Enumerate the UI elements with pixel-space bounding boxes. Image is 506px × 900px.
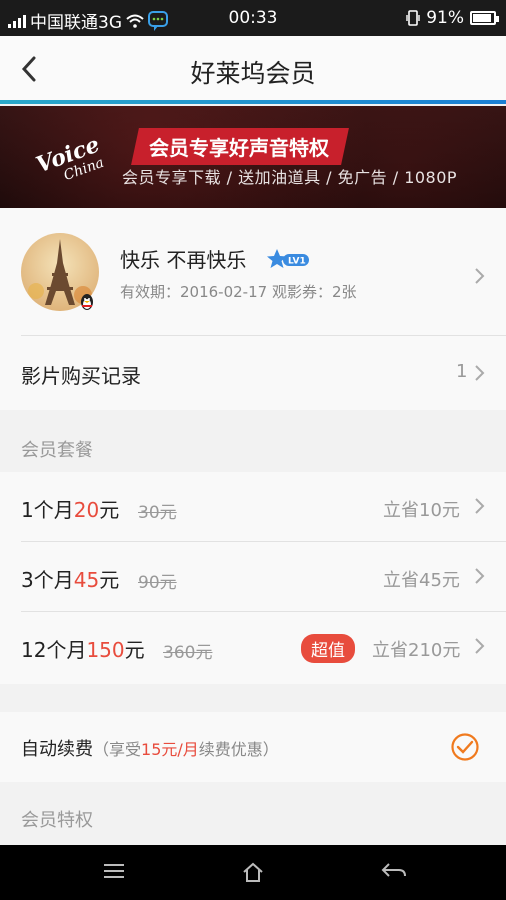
chevron-right-icon (475, 638, 485, 654)
purchase-record-row[interactable]: 影片购买记录 1 (0, 336, 506, 410)
level-label: LV1 (288, 257, 306, 267)
plans-list: 1个月20元 30元 立省10元 3个月45元 90元 立省45元 12个月15… (0, 472, 506, 684)
menu-icon[interactable] (102, 861, 126, 881)
banner-subline: 会员专享下载 / 送加油道具 / 免广告 / 1080P (122, 168, 458, 187)
chevron-right-icon (475, 568, 485, 584)
plan-row-1-month[interactable]: 1个月20元 30元 立省10元 (0, 472, 506, 542)
purchase-record-label: 影片购买记录 (21, 364, 141, 388)
auto-renew-checkbox[interactable] (450, 732, 480, 762)
level-badge-icon: LV1 (267, 249, 309, 268)
page-title: 好莱坞会员 (190, 59, 316, 88)
plan-name: 3个月45元 (21, 568, 120, 592)
vibrate-icon (406, 10, 420, 26)
auto-renew-label: 自动续费（享受15元/月续费优惠） (21, 739, 279, 760)
qq-penguin-icon (81, 294, 93, 310)
plan-savings: 立省45元 (383, 570, 460, 591)
app-header: 好莱坞会员 (0, 36, 506, 104)
chevron-right-icon (475, 498, 485, 514)
user-name: 快乐 不再快乐 (120, 248, 247, 272)
plan-row-3-month[interactable]: 3个月45元 90元 立省45元 (0, 542, 506, 612)
home-icon[interactable] (241, 861, 265, 883)
status-bar: 中国联通3G 00:33 91% (0, 0, 506, 36)
header-accent-bar (0, 100, 506, 104)
plan-savings: 立省10元 (383, 500, 460, 521)
membership-meta: 有效期：2016-02-17 观影券：2张 (120, 283, 357, 301)
plans-section-label: 会员套餐 (21, 440, 93, 461)
privileges-section-label: 会员特权 (21, 810, 93, 831)
value-tag-badge: 超值 (301, 634, 355, 663)
back-icon[interactable] (381, 861, 407, 881)
plan-original-price: 90元 (138, 573, 177, 593)
banner-headline: 会员专享好声音特权 (131, 128, 349, 165)
plan-name: 1个月20元 (21, 498, 120, 522)
voice-china-logo: Voice China (33, 132, 106, 184)
battery-percent: 91% (426, 8, 464, 28)
chevron-right-icon (475, 268, 485, 284)
plan-savings: 立省210元 (372, 640, 461, 661)
battery-icon (470, 11, 499, 25)
auto-renew-row[interactable]: 自动续费（享受15元/月续费优惠） (0, 712, 506, 782)
plan-original-price: 360元 (163, 643, 213, 663)
purchase-record-count: 1 (456, 361, 468, 382)
plan-name: 12个月150元 (21, 638, 145, 662)
system-nav-bar (0, 845, 506, 900)
plan-original-price: 30元 (138, 503, 177, 523)
plan-row-12-month[interactable]: 12个月150元 360元 超值 立省210元 (0, 612, 506, 684)
profile-card[interactable]: 快乐 不再快乐 LV1 有效期：2016-02-17 观影券：2张 (0, 208, 506, 336)
chevron-right-icon (475, 365, 485, 381)
promo-banner[interactable]: Voice China 会员专享好声音特权 会员专享下载 / 送加油道具 / 免… (0, 106, 506, 208)
